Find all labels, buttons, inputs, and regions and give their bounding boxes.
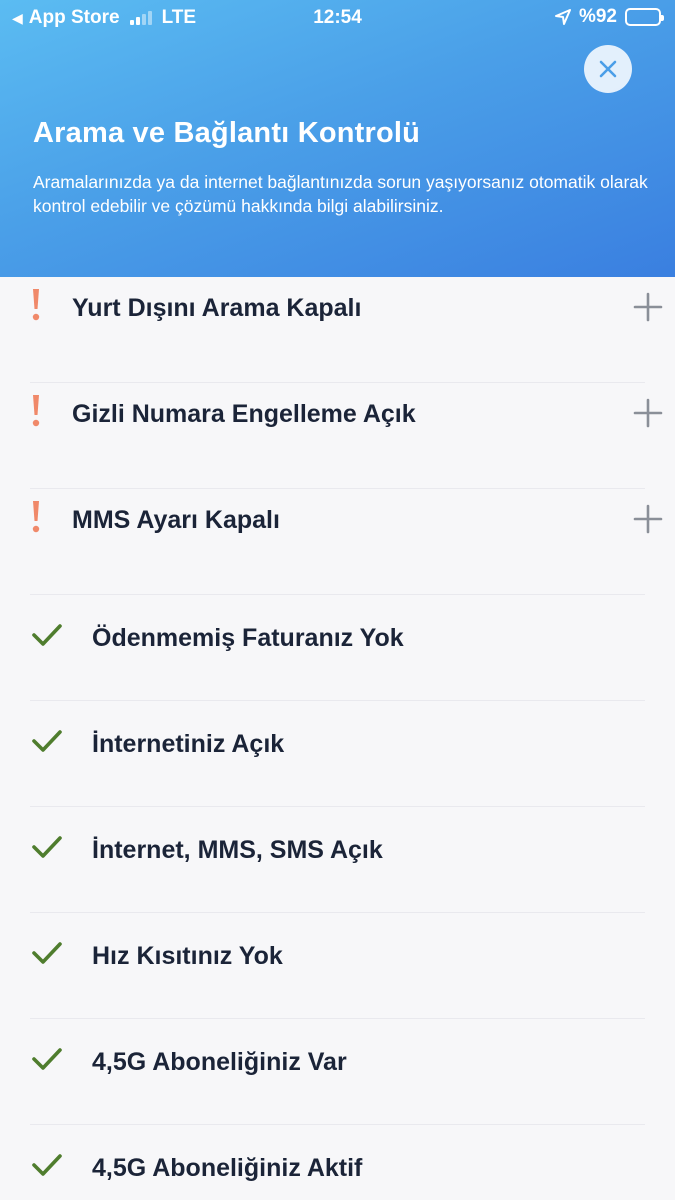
plus-icon[interactable] <box>633 292 663 322</box>
battery-percent: %92 <box>578 6 617 27</box>
battery-icon <box>625 8 664 26</box>
check-item-internet-mms-sms: İnternet, MMS, SMS Açık <box>30 807 645 913</box>
status-bar: ◀ App Store LTE 12:54 %92 <box>0 0 675 36</box>
check-item-45g-active: 4,5G Aboneliğiniz Aktif <box>30 1125 645 1200</box>
exclamation-icon <box>32 501 40 533</box>
check-item-label: Ödenmemiş Faturanız Yok <box>92 623 404 652</box>
checkmark-icon <box>32 730 62 752</box>
location-icon <box>554 9 571 25</box>
checkmark-icon <box>32 1048 62 1070</box>
exclamation-icon <box>32 395 40 427</box>
check-item-label: İnternetiniz Açık <box>92 729 285 758</box>
check-list: Yurt Dışını Arama Kapalı Gizli Numara En… <box>0 277 675 1200</box>
page-subtitle: Aramalarınızda ya da internet bağlantını… <box>33 172 648 216</box>
check-item-45g-subscription: 4,5G Aboneliğiniz Var <box>30 1019 645 1125</box>
checkmark-icon <box>32 1154 62 1176</box>
check-item-label: MMS Ayarı Kapalı <box>72 505 280 534</box>
plus-icon[interactable] <box>633 398 663 428</box>
close-button[interactable] <box>584 45 632 93</box>
plus-icon[interactable] <box>633 504 663 534</box>
check-item-label: Yurt Dışını Arama Kapalı <box>72 293 362 322</box>
check-item-label: 4,5G Aboneliğiniz Aktif <box>92 1153 363 1182</box>
check-item-label: 4,5G Aboneliğiniz Var <box>92 1047 347 1076</box>
check-item-speed-limit: Hız Kısıtınız Yok <box>30 913 645 1019</box>
header: ◀ App Store LTE 12:54 %92 Arama ve Bağla… <box>0 0 675 277</box>
exclamation-icon <box>32 289 40 321</box>
check-item-label: İnternet, MMS, SMS Açık <box>92 835 383 864</box>
close-icon <box>599 60 617 78</box>
checkmark-icon <box>32 942 62 964</box>
checkmark-icon <box>32 836 62 858</box>
check-item-internet-on: İnternetiniz Açık <box>30 701 645 807</box>
status-right: %92 <box>554 6 664 28</box>
page-title: Arama ve Bağlantı Kontrolü <box>33 117 421 149</box>
check-item-label: Gizli Numara Engelleme Açık <box>72 399 416 428</box>
check-item-label: Hız Kısıtınız Yok <box>92 941 283 970</box>
check-item-mms-setting[interactable]: MMS Ayarı Kapalı <box>30 489 663 595</box>
checkmark-icon <box>32 624 62 646</box>
check-item-unpaid-bills: Ödenmemiş Faturanız Yok <box>30 595 645 701</box>
